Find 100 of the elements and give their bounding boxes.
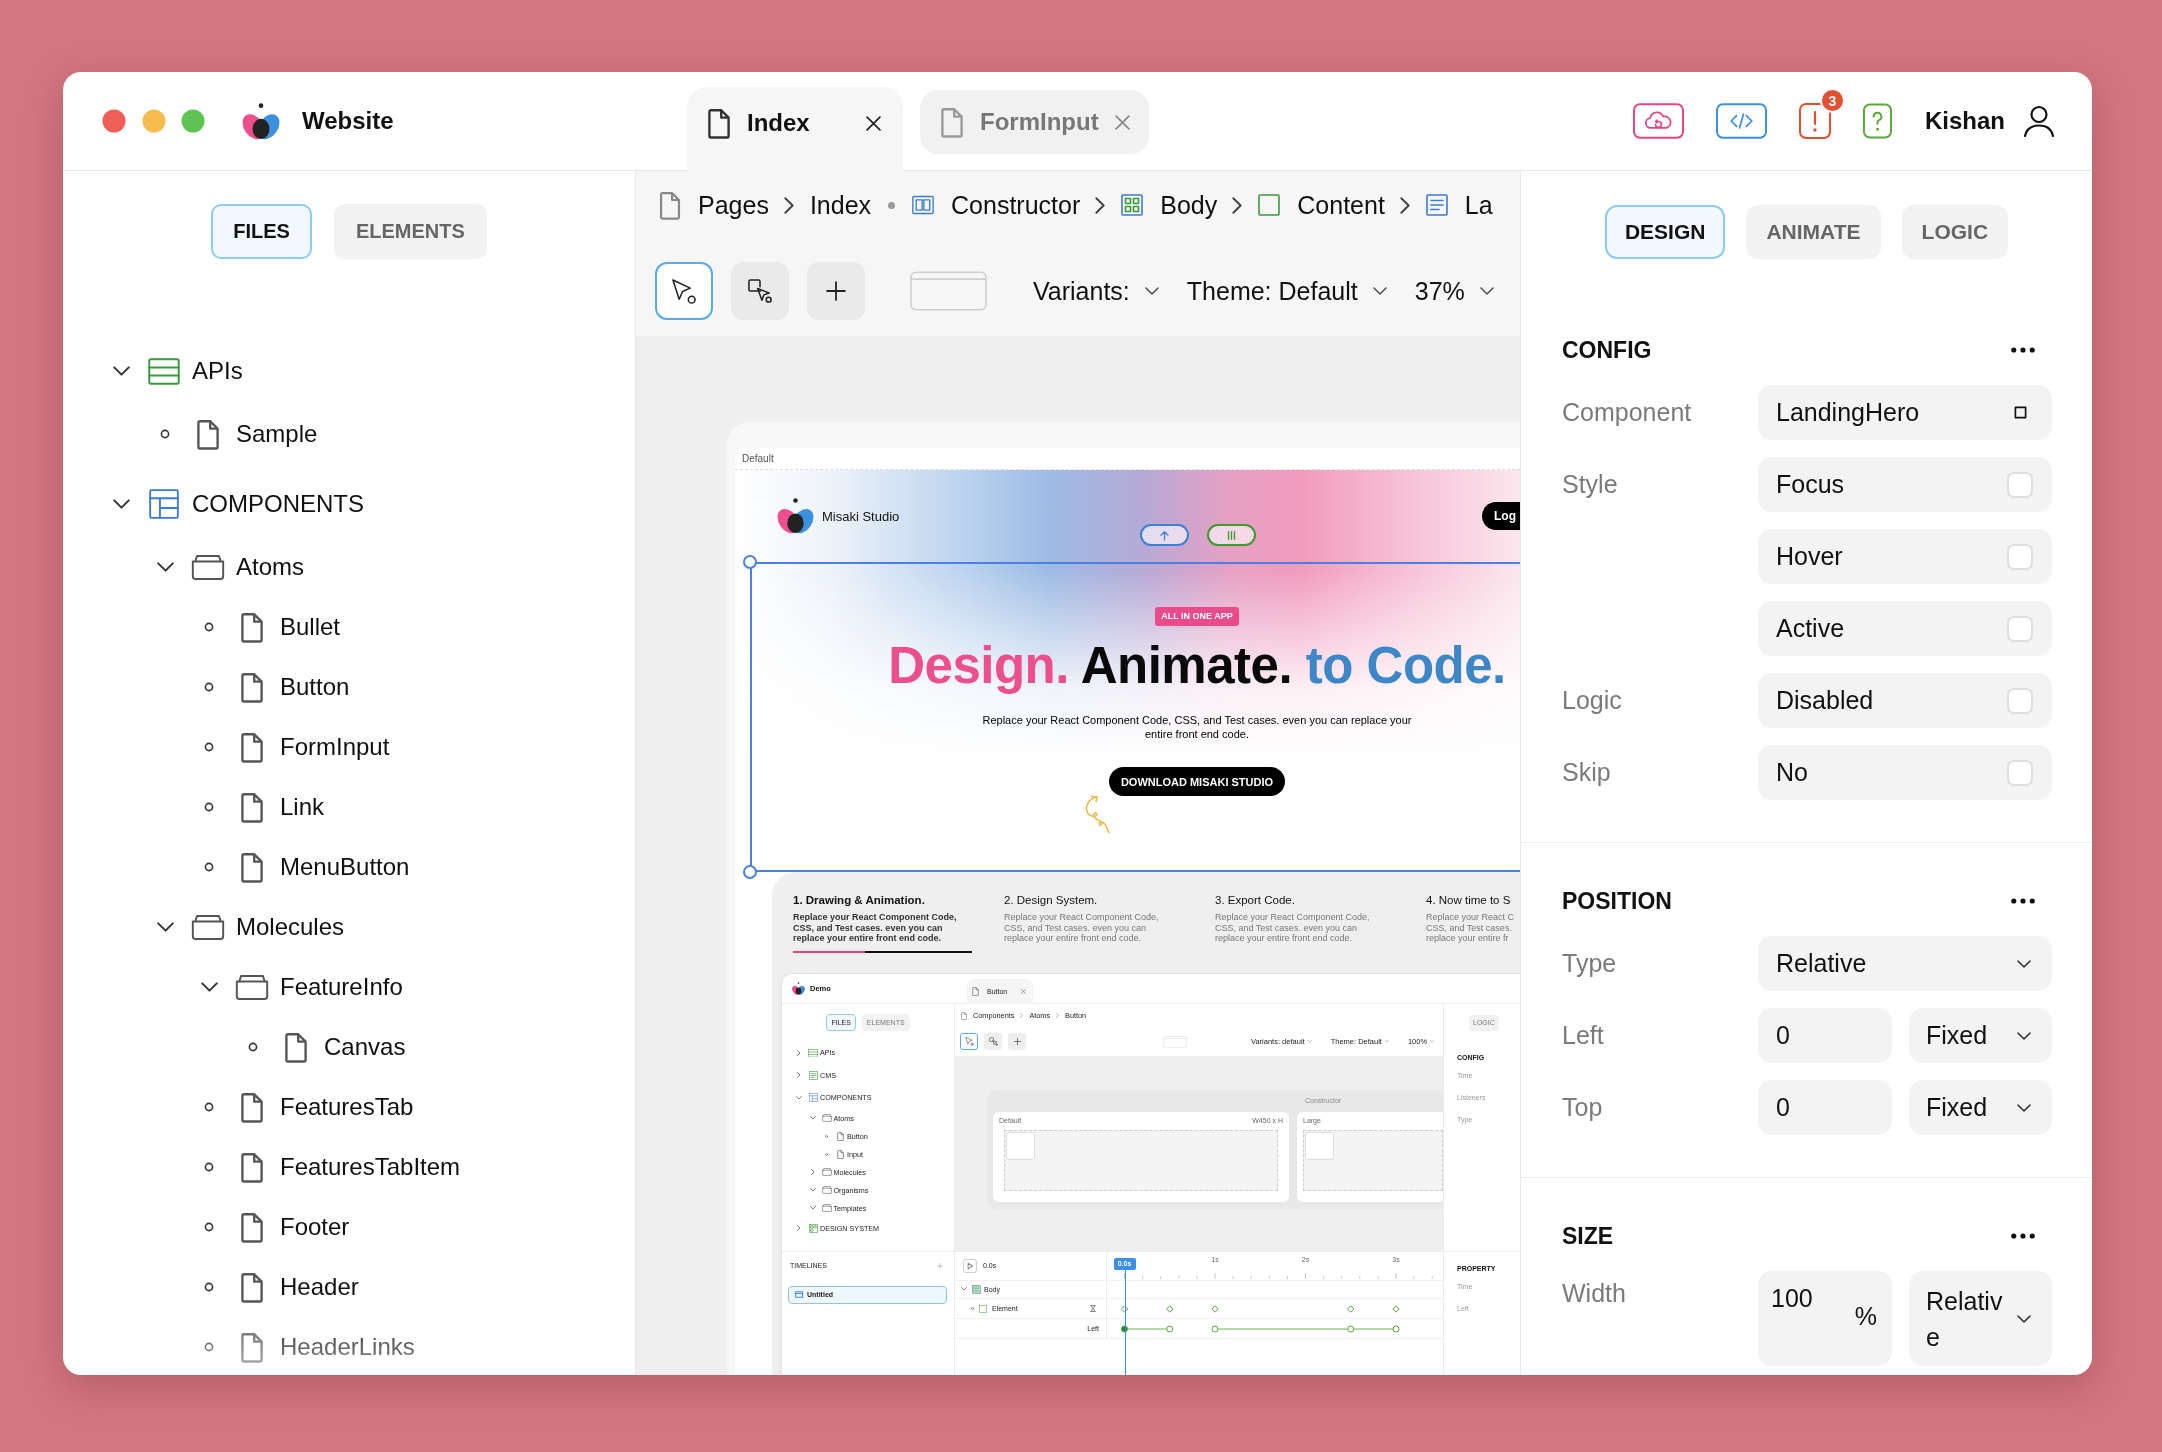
close-icon[interactable]: [866, 115, 881, 131]
user-icon[interactable]: [2023, 105, 2055, 137]
number-input[interactable]: 0: [1758, 1008, 1892, 1063]
toggle-field[interactable]: No: [1758, 745, 2052, 800]
chevron-down-icon[interactable]: [156, 922, 174, 932]
file-icon: [240, 791, 264, 823]
more-icon[interactable]: [2011, 1233, 2035, 1239]
hourglass-icon[interactable]: [1090, 1305, 1096, 1312]
close-window-icon[interactable]: [102, 109, 126, 133]
tab[interactable]: FormInput: [920, 90, 1149, 154]
keyframe-icon[interactable]: [1347, 1304, 1355, 1313]
tab[interactable]: ANIMATE: [1746, 205, 1881, 259]
breadcrumb-item[interactable]: Index: [809, 190, 872, 220]
toggle-field[interactable]: Focus: [1758, 457, 2052, 512]
unit-dropdown[interactable]: Fixed: [1909, 1008, 2052, 1063]
dropdown[interactable]: 37%: [1414, 262, 1494, 320]
tree-item[interactable]: FormInput: [280, 733, 390, 761]
tree-item[interactable]: Link: [280, 793, 325, 821]
tab[interactable]: LOGIC: [1901, 205, 2009, 259]
dropdown[interactable]: Theme: Default: [1186, 262, 1387, 320]
tree-item[interactable]: HeaderLinks: [280, 1333, 415, 1361]
tab[interactable]: DESIGN: [1604, 205, 1726, 259]
tree-item[interactable]: Canvas: [324, 1033, 406, 1061]
number-input[interactable]: 0: [1758, 1080, 1892, 1135]
tree-item[interactable]: Footer: [280, 1213, 350, 1241]
number-input[interactable]: 100 %: [1758, 1271, 1892, 1366]
chevron-right-icon[interactable]: [797, 1225, 801, 1232]
tree-item[interactable]: COMPONENTS: [192, 490, 364, 518]
dropdown[interactable]: Relative: [1758, 936, 2052, 991]
chevron-down-icon[interactable]: [112, 499, 130, 509]
keyframe-icon[interactable]: [1211, 1325, 1219, 1332]
selection-tool-button[interactable]: [731, 262, 789, 320]
toggle-field[interactable]: Disabled: [1758, 673, 2052, 728]
bars-pill-button[interactable]: [1207, 524, 1256, 546]
play-icon[interactable]: [963, 1258, 977, 1273]
minimize-window-icon[interactable]: [141, 109, 166, 133]
tree-item[interactable]: Button: [280, 673, 350, 701]
tree-item[interactable]: MenuButton: [280, 853, 410, 881]
unit-dropdown[interactable]: Fixed: [1909, 1080, 2052, 1135]
chevron-right-icon[interactable]: [797, 1049, 801, 1056]
chevron-right-icon[interactable]: [810, 1169, 815, 1175]
breadcrumb-item[interactable]: Constructor: [951, 190, 1081, 220]
more-icon[interactable]: [2011, 347, 2035, 353]
nav-button[interactable]: Log: [1482, 502, 1520, 530]
keyframe-icon[interactable]: [1166, 1325, 1174, 1332]
unit-dropdown[interactable]: Relative: [1909, 1271, 2052, 1366]
checkbox[interactable]: [2007, 615, 2033, 642]
keyframe-icon[interactable]: [1166, 1304, 1174, 1313]
playhead-line[interactable]: [1124, 1269, 1126, 1375]
tree-item[interactable]: FeaturesTabItem: [280, 1153, 461, 1181]
keyframe-icon[interactable]: [1121, 1325, 1128, 1332]
download-button[interactable]: DOWNLOAD MISAKI STUDIO: [1108, 767, 1286, 796]
checkbox[interactable]: [2007, 543, 2033, 570]
tree-item[interactable]: APIs: [192, 357, 243, 385]
chevron-down-icon[interactable]: [156, 562, 174, 572]
tree-item[interactable]: FeaturesTab: [280, 1093, 414, 1121]
keyframe-icon[interactable]: [1392, 1325, 1400, 1332]
breadcrumb-item[interactable]: Pages: [698, 190, 769, 220]
help-icon[interactable]: [1863, 103, 1892, 139]
segment-tab[interactable]: FILES: [211, 204, 312, 259]
segment-tab[interactable]: ELEMENTS: [333, 204, 487, 259]
toggle-field[interactable]: Active: [1758, 601, 2052, 656]
keyframe-icon[interactable]: [1392, 1304, 1400, 1313]
keyframe-icon[interactable]: [1347, 1325, 1355, 1332]
tree-item[interactable]: Sample: [236, 420, 318, 448]
add-button[interactable]: [807, 262, 865, 320]
tree-item[interactable]: Header: [280, 1273, 359, 1301]
feature-title[interactable]: 3. Export Code.: [1215, 893, 1295, 907]
alert-icon[interactable]: [1799, 103, 1831, 139]
pointer-tool-button[interactable]: [655, 262, 713, 320]
tree-item[interactable]: FeatureInfo: [280, 973, 403, 1001]
breadcrumb-item[interactable]: Body: [1160, 190, 1218, 220]
add-button[interactable]: [1008, 1033, 1026, 1050]
tab[interactable]: Index: [687, 87, 903, 171]
component-field[interactable]: LandingHero: [1758, 385, 2052, 440]
feature-title[interactable]: 4. Now time to S: [1426, 893, 1511, 907]
chevron-right-icon[interactable]: [797, 1072, 801, 1079]
tree-item[interactable]: Molecules: [236, 913, 345, 941]
chevron-down-icon[interactable]: [112, 366, 130, 376]
keyframe-icon[interactable]: [1211, 1304, 1219, 1313]
chevron-down-icon[interactable]: [200, 982, 218, 992]
checkbox[interactable]: [2007, 471, 2033, 498]
toggle-field[interactable]: Hover: [1758, 529, 2052, 584]
dropdown[interactable]: Variants:: [1033, 262, 1159, 320]
breadcrumb-item[interactable]: Content: [1297, 190, 1385, 220]
code-icon[interactable]: [1716, 103, 1767, 139]
zoom-window-icon[interactable]: [181, 109, 205, 133]
breadcrumb-item[interactable]: La: [1464, 190, 1493, 220]
resize-handle[interactable]: [743, 865, 757, 879]
user-name[interactable]: Kishan: [1925, 107, 2005, 135]
tree-item[interactable]: Atoms: [236, 553, 304, 581]
tree-item[interactable]: Bullet: [280, 613, 341, 641]
resize-handle[interactable]: [743, 555, 757, 569]
more-icon[interactable]: [2011, 898, 2035, 904]
feature-title[interactable]: 1. Drawing & Animation.: [793, 893, 925, 907]
arrow-pill-button[interactable]: [1140, 524, 1189, 546]
checkbox[interactable]: [2007, 759, 2033, 786]
checkbox[interactable]: [2007, 687, 2033, 714]
feature-title[interactable]: 2. Design System.: [1004, 893, 1098, 907]
cloud-sync-icon[interactable]: [1633, 103, 1684, 139]
